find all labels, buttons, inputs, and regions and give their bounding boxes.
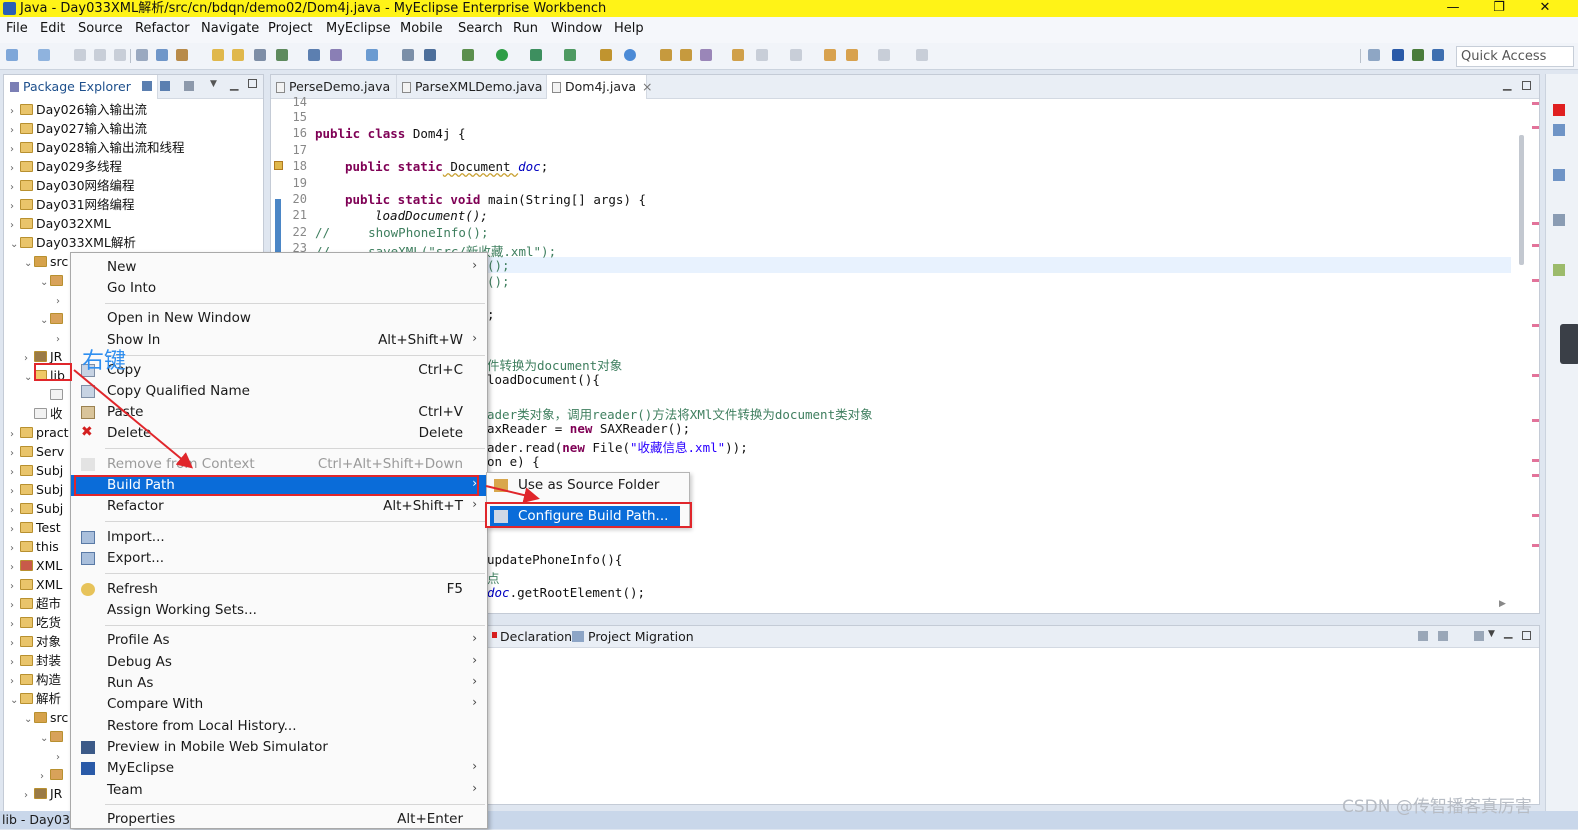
arrow-to-build-path bbox=[73, 369, 194, 469]
arrow-to-configure bbox=[485, 485, 540, 503]
annotation-arrows bbox=[73, 369, 540, 503]
watermark: CSDN @传智播客真厉害 bbox=[1342, 797, 1532, 817]
right-click-annotation: 右键 bbox=[82, 349, 127, 374]
